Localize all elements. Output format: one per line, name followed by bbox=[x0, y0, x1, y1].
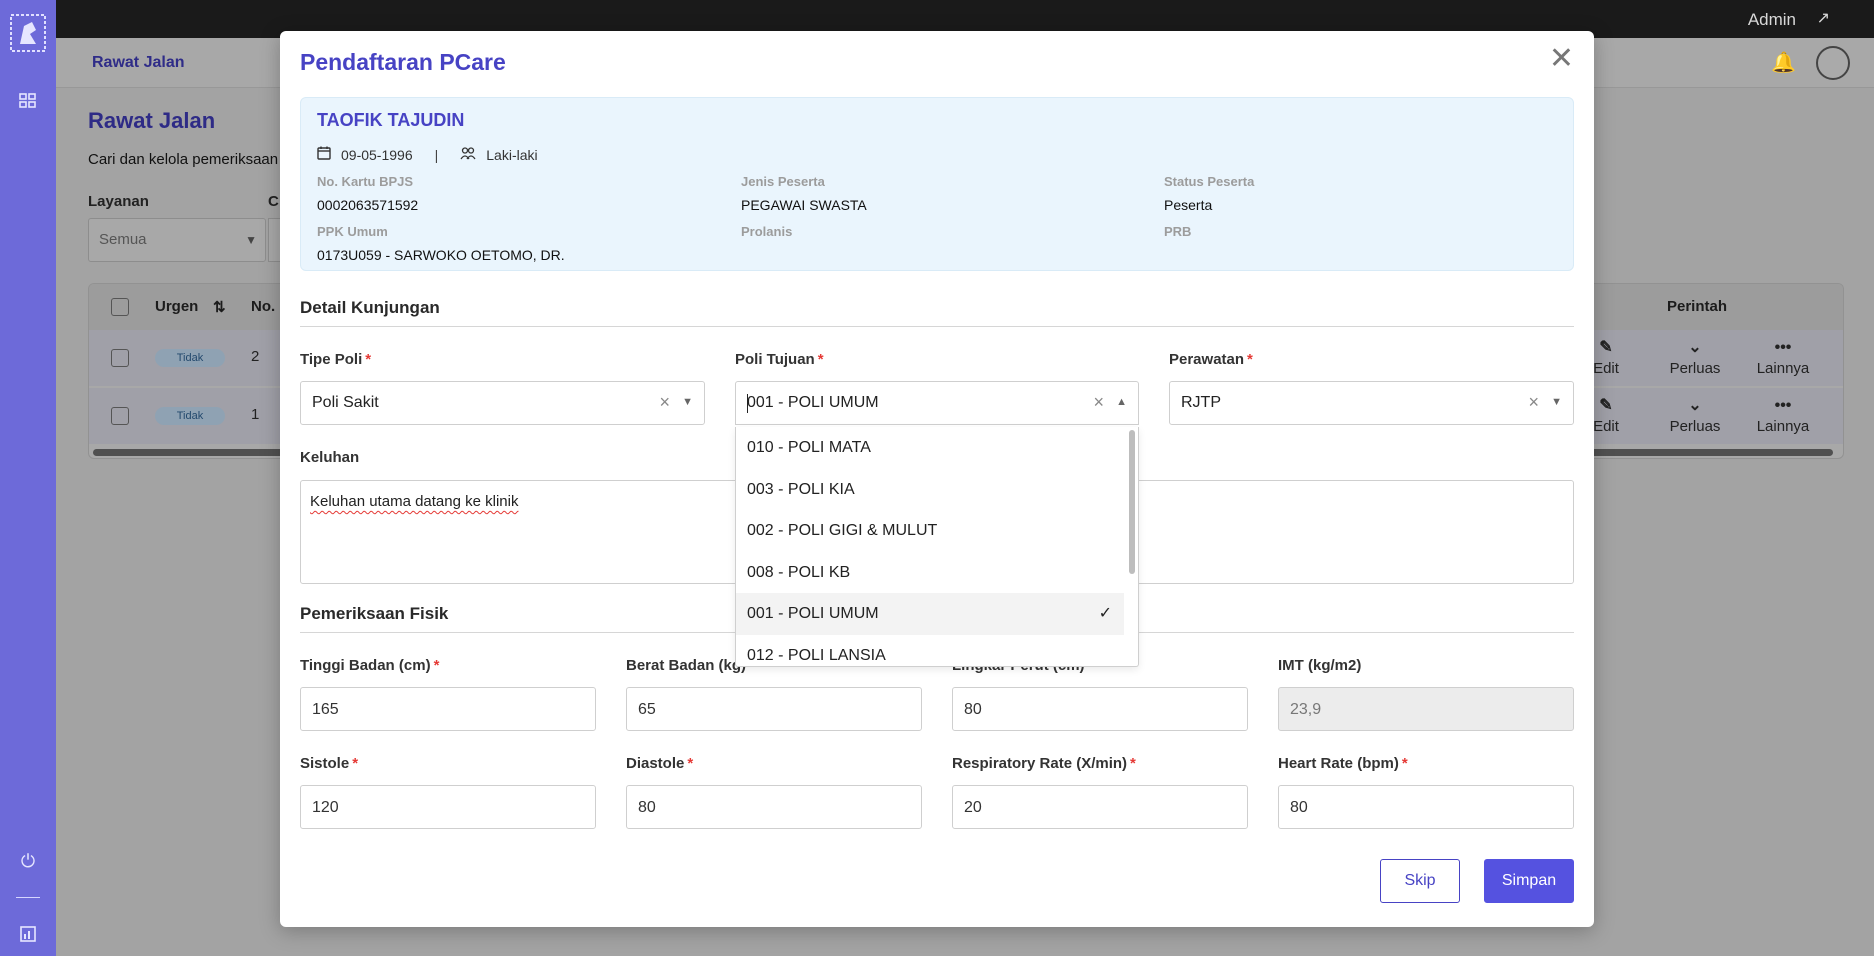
dashboard-grid-icon[interactable] bbox=[18, 92, 38, 112]
patient-gender: Laki-laki bbox=[486, 146, 538, 163]
filter-c-label: C bbox=[268, 193, 279, 210]
dropdown-scrollbar[interactable] bbox=[1129, 430, 1135, 574]
tipe-poli-label: Tipe Poli * bbox=[300, 351, 372, 368]
modal-title: Pendaftaran PCare bbox=[300, 49, 506, 75]
urgency-badge: Tidak bbox=[155, 349, 225, 367]
page-title: Rawat Jalan bbox=[88, 108, 216, 133]
clear-icon[interactable]: × bbox=[659, 392, 670, 413]
imt-label: IMT (kg/m2) bbox=[1278, 657, 1362, 674]
clear-icon[interactable]: × bbox=[1528, 392, 1539, 413]
poli-tujuan-value: 001 - POLI UMUM bbox=[747, 394, 879, 411]
external-link-icon[interactable]: ↗ bbox=[1817, 8, 1830, 28]
sort-icon[interactable]: ⇅ bbox=[213, 298, 226, 316]
chevron-down-icon: ▼ bbox=[245, 233, 257, 247]
lingkar-input[interactable]: 80 bbox=[952, 687, 1248, 731]
lainnya-button[interactable]: ••• Lainnya bbox=[1748, 397, 1818, 436]
perawatan-select[interactable]: RJTP × ▼ bbox=[1169, 381, 1574, 425]
urgency-badge: Tidak bbox=[155, 407, 225, 425]
diastole-label: Diastole * bbox=[626, 755, 694, 772]
dropdown-option[interactable]: 002 - POLI GIGI & MULUT bbox=[736, 510, 1124, 552]
app-logo-icon bbox=[10, 14, 46, 52]
breadcrumb[interactable]: Rawat Jalan bbox=[92, 54, 184, 72]
diastole-input[interactable]: 80 bbox=[626, 785, 922, 829]
field-no-kartu: No. Kartu BPJS 0002063571592 bbox=[317, 174, 419, 213]
field-prb: PRB bbox=[1164, 224, 1192, 239]
berat-label: Berat Badan (kg) bbox=[626, 657, 747, 674]
tinggi-label: Tinggi Badan (cm) * bbox=[300, 657, 440, 674]
perawatan-value: RJTP bbox=[1181, 394, 1221, 411]
dropdown-option[interactable]: 012 - POLI LANSIA bbox=[736, 635, 1124, 666]
sistole-input[interactable]: 120 bbox=[300, 785, 596, 829]
imt-input: 23,9 bbox=[1278, 687, 1574, 731]
field-jenis-peserta: Jenis Peserta PEGAWAI SWASTA bbox=[741, 174, 867, 213]
filter-layanan-value: Semua bbox=[99, 231, 147, 248]
patient-meta: 09-05-1996 | Laki-laki bbox=[317, 146, 538, 163]
keluhan-value: Keluhan utama datang ke klinik bbox=[310, 493, 519, 510]
tipe-poli-value: Poli Sakit bbox=[312, 394, 379, 411]
lainnya-button[interactable]: ••• Lainnya bbox=[1748, 339, 1818, 378]
hr-label: Heart Rate (bpm) * bbox=[1278, 755, 1408, 772]
header-urgen[interactable]: Urgen bbox=[155, 298, 198, 315]
chevron-down-icon: ⌄ bbox=[1688, 339, 1702, 356]
row-number: 2 bbox=[251, 348, 260, 365]
berat-input[interactable]: 65 bbox=[626, 687, 922, 731]
user-menu-label[interactable]: Admin bbox=[1748, 10, 1796, 30]
keluhan-label: Keluhan bbox=[300, 449, 360, 466]
meta-separator: | bbox=[434, 146, 439, 163]
sidebar-divider bbox=[16, 897, 40, 898]
filter-layanan-label: Layanan bbox=[88, 193, 149, 210]
dropdown-option-selected[interactable]: 001 - POLI UMUM ✓ bbox=[736, 593, 1124, 635]
filter-layanan-select[interactable]: Semua ▼ bbox=[88, 218, 266, 262]
row-checkbox[interactable] bbox=[111, 407, 129, 425]
row-checkbox[interactable] bbox=[111, 349, 129, 367]
more-icon: ••• bbox=[1774, 397, 1792, 414]
sistole-label: Sistole * bbox=[300, 755, 359, 772]
patient-dob: 09-05-1996 bbox=[341, 146, 413, 163]
avatar[interactable] bbox=[1816, 46, 1850, 80]
poli-tujuan-label: Poli Tujuan * bbox=[735, 351, 824, 368]
chevron-up-icon[interactable]: ▲ bbox=[1116, 396, 1127, 408]
patient-card: TAOFIK TAJUDIN 09-05-1996 | Laki-laki No… bbox=[300, 97, 1574, 271]
dropdown-option[interactable]: 003 - POLI KIA bbox=[736, 469, 1124, 511]
sidebar: ⏻ bbox=[0, 0, 56, 956]
select-all-checkbox[interactable] bbox=[111, 298, 129, 316]
header-perintah: Perintah bbox=[1667, 298, 1728, 315]
bell-icon[interactable]: 🔔 bbox=[1771, 50, 1796, 75]
skip-button[interactable]: Skip bbox=[1380, 859, 1460, 903]
page-subtitle: Cari dan kelola pemeriksaan bbox=[88, 151, 279, 168]
report-icon[interactable] bbox=[18, 926, 38, 946]
field-prolanis: Prolanis bbox=[741, 224, 793, 239]
rr-input[interactable]: 20 bbox=[952, 785, 1248, 829]
rr-label: Respiratory Rate (X/min) * bbox=[952, 755, 1136, 772]
section-detail-kunjungan: Detail Kunjungan bbox=[300, 298, 1574, 327]
power-icon[interactable]: ⏻ bbox=[18, 851, 38, 871]
gender-icon bbox=[460, 146, 476, 163]
tipe-poli-select[interactable]: Poli Sakit × ▼ bbox=[300, 381, 705, 425]
dropdown-option[interactable]: 008 - POLI KB bbox=[736, 552, 1124, 594]
clear-icon[interactable]: × bbox=[1093, 392, 1104, 413]
perluas-button[interactable]: ⌄ Perluas bbox=[1660, 397, 1730, 436]
chevron-down-icon[interactable]: ▼ bbox=[1551, 396, 1562, 408]
patient-name: TAOFIK TAJUDIN bbox=[317, 110, 465, 130]
calendar-icon bbox=[317, 146, 331, 163]
poli-tujuan-dropdown: 010 - POLI MATA 003 - POLI KIA 002 - POL… bbox=[735, 427, 1139, 667]
perluas-button[interactable]: ⌄ Perluas bbox=[1660, 339, 1730, 378]
check-icon: ✓ bbox=[1098, 605, 1112, 622]
chevron-down-icon[interactable]: ▼ bbox=[682, 396, 693, 408]
save-button[interactable]: Simpan bbox=[1484, 859, 1574, 903]
hr-input[interactable]: 80 bbox=[1278, 785, 1574, 829]
poli-tujuan-select[interactable]: 001 - POLI UMUM × ▲ bbox=[735, 381, 1139, 425]
perawatan-label: Perawatan * bbox=[1169, 351, 1253, 368]
dropdown-option[interactable]: 010 - POLI MATA bbox=[736, 427, 1124, 469]
header-no: No. bbox=[251, 298, 276, 315]
field-status-peserta: Status Peserta Peserta bbox=[1164, 174, 1255, 213]
field-ppk-umum: PPK Umum 0173U059 - SARWOKO OETOMO, DR. bbox=[317, 224, 565, 263]
close-icon[interactable]: ✕ bbox=[1549, 41, 1574, 76]
chevron-down-icon: ⌄ bbox=[1688, 397, 1702, 414]
more-icon: ••• bbox=[1774, 339, 1792, 356]
row-number: 1 bbox=[251, 406, 260, 423]
tinggi-input[interactable]: 165 bbox=[300, 687, 596, 731]
